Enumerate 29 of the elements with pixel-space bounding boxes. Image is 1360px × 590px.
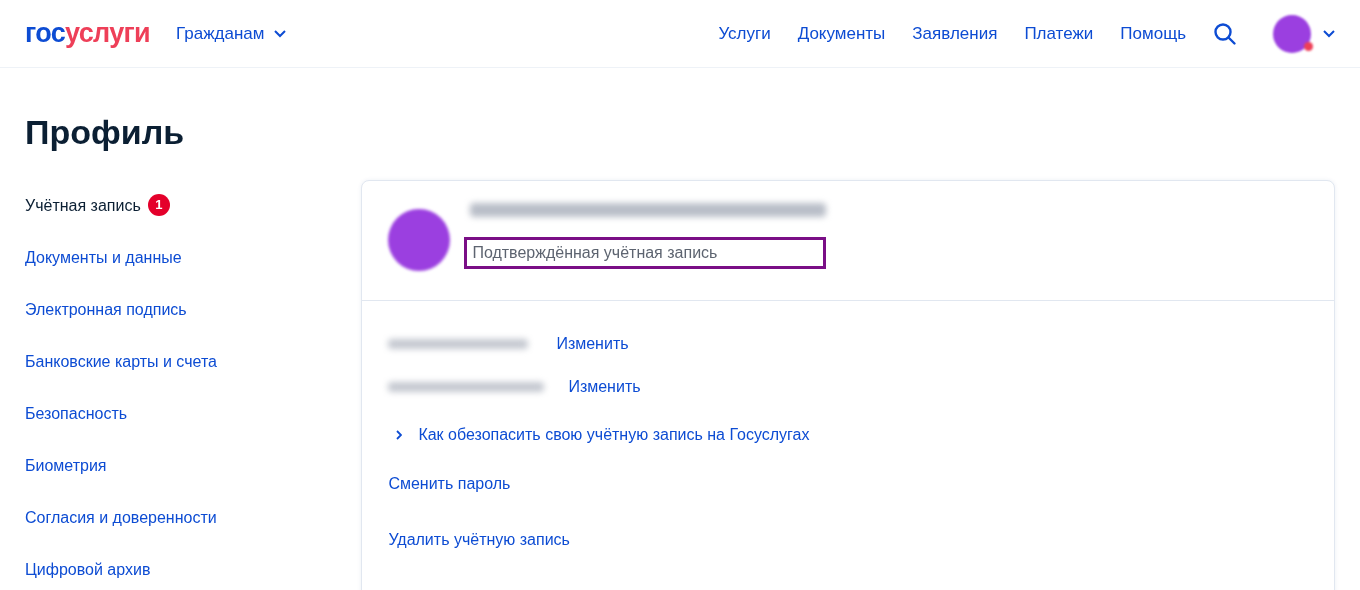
- account-action-link[interactable]: Сменить пароль: [388, 471, 511, 496]
- security-tip-link[interactable]: Как обезопасить свою учётную запись на Госуслугах: [388, 408, 1308, 461]
- sidebar-item[interactable]: Учётная запись: [25, 193, 141, 218]
- sidebar-item[interactable]: Биометрия: [25, 453, 107, 478]
- sidebar-item[interactable]: Цифровой архив: [25, 557, 151, 582]
- change-link[interactable]: Изменить: [556, 332, 629, 356]
- nav-link[interactable]: Документы: [797, 20, 886, 47]
- chevron-down-icon[interactable]: [1323, 29, 1335, 38]
- page-title: Профиль: [25, 112, 186, 153]
- sidebar-item[interactable]: Электронная подпись: [25, 297, 187, 322]
- nav-link[interactable]: Заявления: [912, 20, 998, 47]
- account-status: Подтверждённая учётная запись: [464, 237, 827, 269]
- user-avatar: [388, 209, 451, 271]
- account-action-link[interactable]: Удалить учётную запись: [388, 527, 570, 552]
- search-icon[interactable]: [1213, 21, 1237, 46]
- sidebar-item[interactable]: Документы и данные: [25, 245, 182, 270]
- sidebar-item[interactable]: Банковские карты и счета: [25, 349, 217, 374]
- sidebar-item[interactable]: Безопасность: [25, 401, 128, 426]
- nav-link[interactable]: Услуги: [718, 20, 771, 47]
- audience-menu[interactable]: Гражданам: [176, 20, 287, 47]
- user-avatar[interactable]: [1273, 14, 1311, 53]
- change-link[interactable]: Изменить: [568, 375, 641, 399]
- count-badge: 1: [147, 193, 170, 216]
- nav-link[interactable]: Платежи: [1024, 20, 1094, 47]
- chevron-down-icon: [274, 29, 287, 38]
- sidebar-item[interactable]: Согласия и доверенности: [25, 505, 217, 530]
- nav-link[interactable]: Помощь: [1120, 20, 1186, 47]
- chevron-right-icon: [396, 429, 403, 440]
- logo[interactable]: госуслуги: [25, 20, 150, 47]
